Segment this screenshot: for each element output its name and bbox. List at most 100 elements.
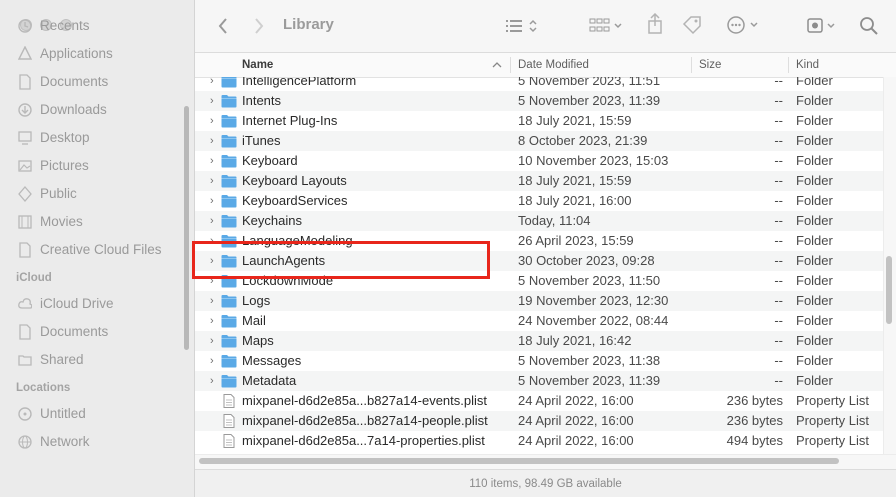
group-icon[interactable]: [589, 17, 627, 35]
file-size: --: [774, 353, 783, 368]
folder-icon: [221, 375, 237, 388]
list-item[interactable]: › Keyboard Layouts 18 July 2021, 15:59 -- Fo…: [195, 171, 883, 191]
file-name: mixpanel-d6d2e85a...7a14-properties.plis…: [242, 433, 485, 448]
folder-icon: [221, 215, 237, 228]
list-item[interactable]: › Logs 19 November 2023, 12:30 -- Folder: [195, 291, 883, 311]
sidebar-item-label: Pictures: [40, 158, 89, 173]
sidebar-item-desktop[interactable]: Desktop: [0, 126, 194, 150]
file-kind: Folder: [796, 213, 833, 228]
vertical-scrollbar-thumb[interactable]: [886, 256, 892, 324]
file-kind: Folder: [796, 113, 833, 128]
date-modified: 5 November 2023, 11:38: [518, 353, 661, 368]
sidebar-section-icloud: iCloud: [16, 272, 52, 284]
sidebar-item-label: Documents: [40, 324, 109, 339]
tag-icon[interactable]: [681, 14, 703, 36]
sidebar-item-icloud-drive[interactable]: iCloud Drive: [0, 292, 194, 316]
sidebar-item-creative-cloud-files[interactable]: Creative Cloud Files: [0, 238, 194, 262]
list-item[interactable]: › Messages 5 November 2023, 11:38 -- Folder: [195, 351, 883, 371]
folder-icon: [221, 355, 237, 368]
disclosure-chevron-icon[interactable]: ›: [210, 333, 220, 349]
column-header-name[interactable]: Name: [242, 59, 273, 71]
list-item[interactable]: mixpanel-d6d2e85a...7a14-properties.plis…: [195, 431, 883, 451]
list-item[interactable]: › Keychains Today, 11:04 -- Folder: [195, 211, 883, 231]
search-icon[interactable]: [859, 16, 879, 36]
sidebar-item-label: Network: [40, 434, 90, 449]
disclosure-chevron-icon[interactable]: ›: [210, 293, 220, 309]
list-item[interactable]: › Metadata 5 November 2023, 11:39 -- Folder: [195, 371, 883, 391]
list-item[interactable]: mixpanel-d6d2e85a...b827a14-people.plist…: [195, 411, 883, 431]
file-kind: Folder: [796, 253, 833, 268]
date-modified: 30 October 2023, 09:28: [518, 253, 655, 268]
list-item[interactable]: › Keyboard 10 November 2023, 15:03 -- Folder: [195, 151, 883, 171]
column-header-date[interactable]: Date Modified: [518, 59, 589, 71]
sidebar-item-recents[interactable]: Recents: [0, 14, 194, 38]
sidebar-item-applications[interactable]: Applications: [0, 42, 194, 66]
sidebar-item-label: Recents: [40, 18, 90, 33]
horizontal-scrollbar-thumb[interactable]: [199, 458, 839, 464]
date-modified: 5 November 2023, 11:39: [518, 93, 661, 108]
sidebar-item-documents[interactable]: Documents: [0, 70, 194, 94]
disclosure-chevron-icon[interactable]: ›: [210, 153, 220, 169]
sidebar-item-public[interactable]: Public: [0, 182, 194, 206]
sidebar-item-shared[interactable]: Shared: [0, 348, 194, 372]
disclosure-chevron-icon[interactable]: ›: [210, 173, 220, 189]
disclosure-chevron-icon[interactable]: ›: [210, 133, 220, 149]
share-icon[interactable]: [647, 13, 663, 35]
disclosure-chevron-icon[interactable]: ›: [210, 313, 220, 329]
file-name: Mail: [242, 313, 266, 328]
disclosure-chevron-icon[interactable]: ›: [210, 93, 220, 109]
folder-icon: [221, 95, 237, 108]
back-icon[interactable]: [217, 17, 229, 35]
file-size: --: [774, 113, 783, 128]
list-view-icon[interactable]: [505, 17, 541, 35]
sidebar-item-downloads[interactable]: Downloads: [0, 98, 194, 122]
globe-icon: [18, 435, 32, 449]
forward-icon[interactable]: [253, 17, 265, 35]
sort-ascending-icon[interactable]: [492, 61, 502, 69]
disclosure-chevron-icon[interactable]: ›: [210, 213, 220, 229]
sidebar-item-label: Untitled: [40, 406, 86, 421]
sidebar-scrollbar[interactable]: [184, 106, 189, 350]
list-item[interactable]: › Internet Plug-Ins 18 July 2021, 15:59 -- F…: [195, 111, 883, 131]
sidebar-item-network[interactable]: Network: [0, 430, 194, 454]
sidebar-item-pictures[interactable]: Pictures: [0, 154, 194, 178]
file-size: --: [774, 93, 783, 108]
column-header-kind[interactable]: Kind: [796, 59, 819, 71]
disclosure-chevron-icon[interactable]: ›: [210, 353, 220, 369]
list-item[interactable]: › KeyboardServices 18 July 2021, 16:00 -- Fo…: [195, 191, 883, 211]
sidebar-item-movies[interactable]: Movies: [0, 210, 194, 234]
file-size: --: [774, 293, 783, 308]
file-size: 236 bytes: [726, 393, 783, 408]
sidebar-item-documents[interactable]: Documents: [0, 320, 194, 344]
column-header-size[interactable]: Size: [699, 59, 721, 71]
list-item[interactable]: › Maps 18 July 2021, 16:42 -- Folder: [195, 331, 883, 351]
file-name: mixpanel-d6d2e85a...b827a14-events.plist: [242, 393, 488, 408]
file-name: Logs: [242, 293, 271, 308]
document-icon: [19, 324, 31, 340]
list-item[interactable]: › Mail 24 November 2022, 08:44 -- Folder: [195, 311, 883, 331]
more-actions-icon[interactable]: [727, 16, 763, 36]
document-icon: [19, 74, 31, 90]
list-item[interactable]: › Intents 5 November 2023, 11:39 -- Folder: [195, 91, 883, 111]
sidebar-item-untitled[interactable]: Untitled: [0, 402, 194, 426]
disclosure-chevron-icon[interactable]: ›: [210, 113, 220, 129]
file-kind: Folder: [796, 153, 833, 168]
file-kind: Property List: [796, 393, 869, 408]
file-kind: Folder: [796, 93, 833, 108]
list-item[interactable]: › IntelligencePlatform 5 November 2023, 11…: [195, 77, 883, 91]
sidebar-item-label: Movies: [40, 214, 83, 229]
date-modified: 18 July 2021, 16:42: [518, 333, 632, 348]
list-item[interactable]: › iTunes 8 October 2023, 21:39 -- Folder: [195, 131, 883, 151]
sidebar-item-label: Creative Cloud Files: [40, 242, 162, 257]
sidebar-item-label: Downloads: [40, 102, 107, 117]
plist-file-icon: [223, 414, 235, 428]
disclosure-chevron-icon[interactable]: ›: [210, 77, 220, 89]
date-modified: 5 November 2023, 11:39: [518, 373, 661, 388]
preview-icon[interactable]: [807, 17, 841, 35]
file-size: --: [774, 193, 783, 208]
list-item[interactable]: mixpanel-d6d2e85a...b827a14-events.plist…: [195, 391, 883, 411]
disclosure-chevron-icon[interactable]: ›: [210, 373, 220, 389]
file-kind: Folder: [796, 173, 833, 188]
disclosure-chevron-icon[interactable]: ›: [210, 193, 220, 209]
folder-icon: [221, 135, 237, 148]
